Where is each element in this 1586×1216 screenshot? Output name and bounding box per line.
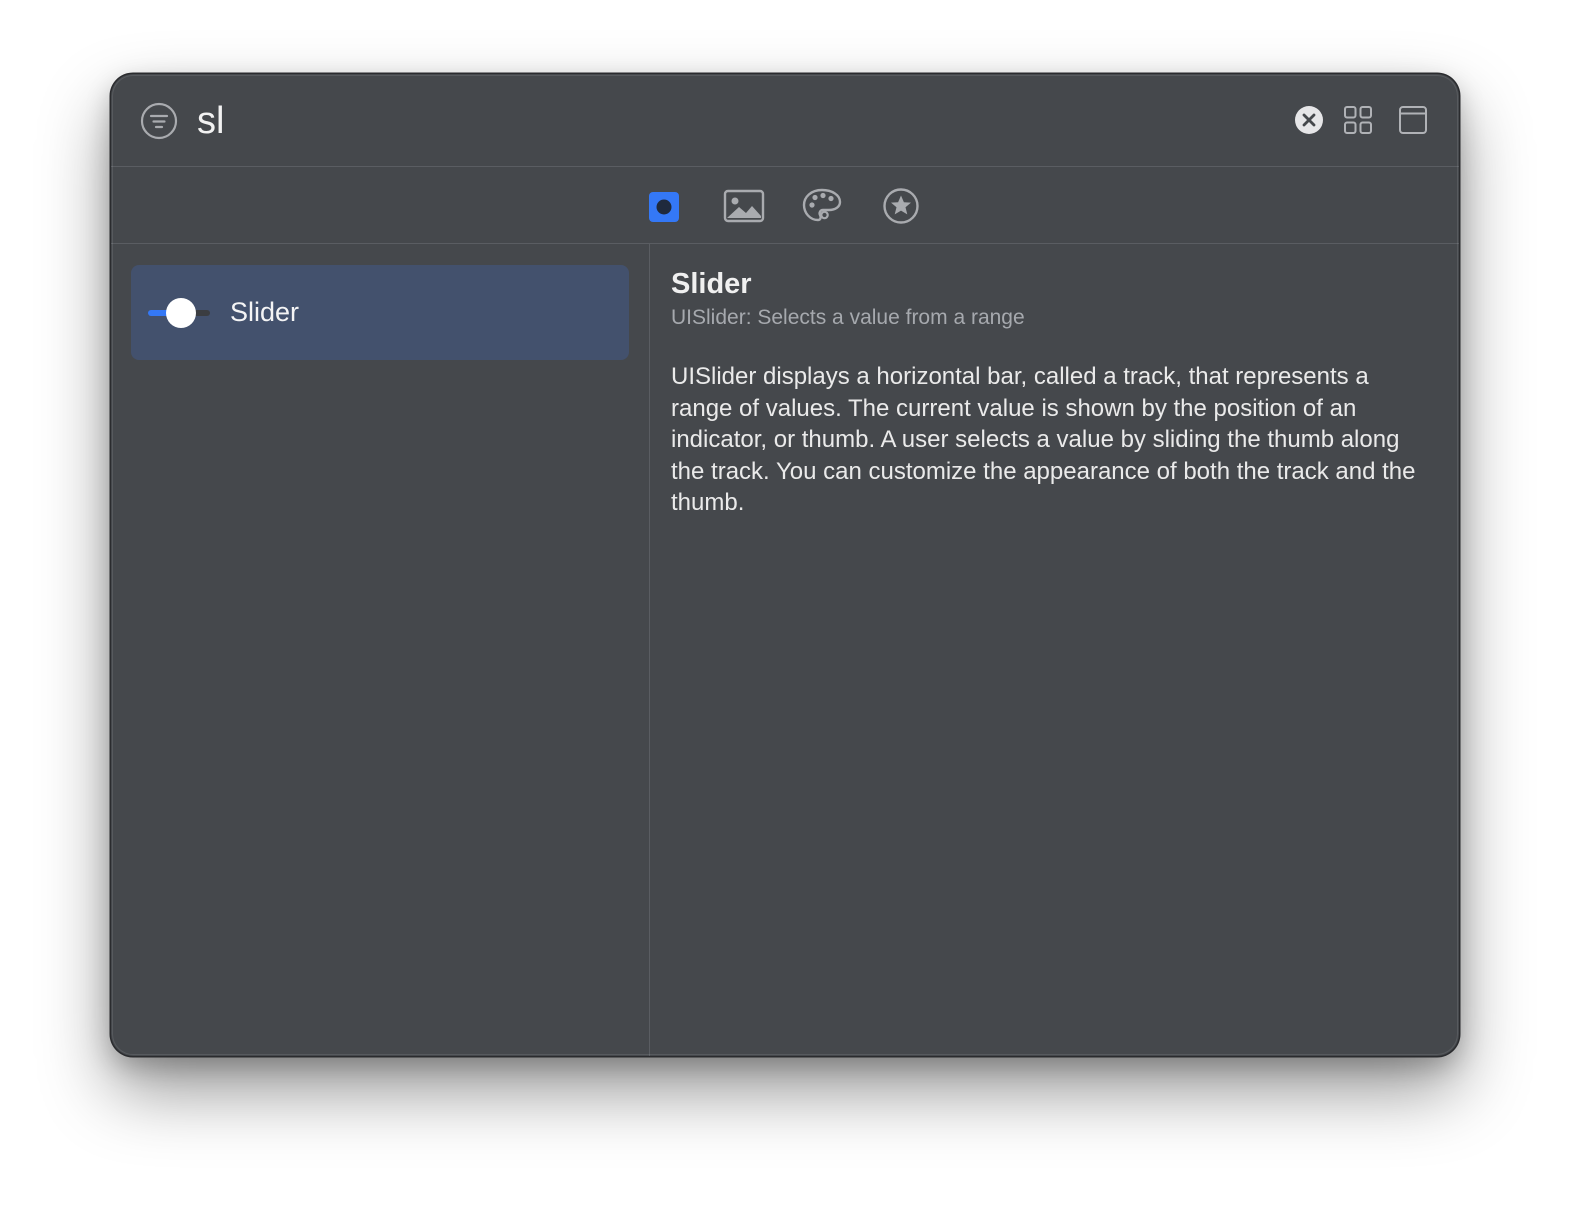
star-icon[interactable] xyxy=(882,187,920,225)
library-window: Slider Slider UISlider: Selects a value … xyxy=(111,74,1459,1056)
result-item-slider[interactable]: Slider xyxy=(131,265,629,360)
color-palette-icon[interactable] xyxy=(801,187,843,225)
clear-search-icon[interactable] xyxy=(1294,105,1324,135)
detail-subtitle: UISlider: Selects a value from a range xyxy=(671,306,1025,329)
media-icon[interactable] xyxy=(723,187,765,225)
grid-view-icon[interactable] xyxy=(1343,105,1373,135)
search-input[interactable] xyxy=(197,96,1257,146)
detail-title: Slider xyxy=(671,268,752,300)
category-tab-bar xyxy=(111,167,1459,244)
results-list: Slider xyxy=(111,244,650,1056)
filter-icon[interactable] xyxy=(140,102,178,140)
window-icon[interactable] xyxy=(1398,105,1428,135)
search-bar xyxy=(111,74,1459,167)
slider-icon xyxy=(148,298,210,328)
detail-panel: Slider UISlider: Selects a value from a … xyxy=(651,244,1459,1056)
views-icon[interactable] xyxy=(646,188,682,226)
detail-description: UISlider displays a horizontal bar, call… xyxy=(671,363,1416,516)
result-item-label: Slider xyxy=(230,297,300,327)
